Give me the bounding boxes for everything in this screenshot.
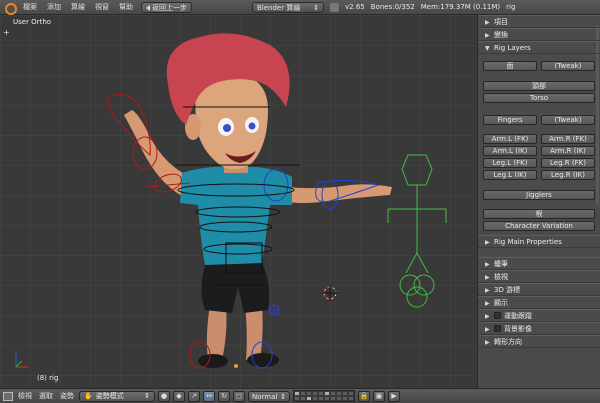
lock-icon[interactable]: 🔒 (358, 390, 370, 402)
layer-leg-r-fk-button[interactable]: Leg.R (FK) (541, 158, 595, 168)
pivot-point-icon[interactable]: ◆ (173, 390, 185, 402)
section-item[interactable]: ▶ 項目 (478, 15, 600, 28)
section-view[interactable]: ▶ 檢視 (478, 270, 600, 283)
menu-render[interactable]: 算繪 (69, 2, 87, 12)
updown-icon: ⇕ (280, 392, 286, 401)
translate-manipulator-icon[interactable]: ↔ (203, 390, 215, 402)
layer-arm-l-ik-button[interactable]: Arm.L (IK) (483, 146, 537, 156)
editor-type-icon[interactable] (3, 391, 13, 401)
section-transform[interactable]: ▶ 變換 (478, 28, 600, 41)
layer-torso-button[interactable]: Torso (483, 93, 595, 103)
3d-cursor-icon[interactable] (322, 285, 338, 301)
character-variation-button[interactable]: Character Variation (483, 221, 595, 231)
layer-face-tweak-button[interactable]: (Tweak) (541, 61, 595, 71)
layer-jigglers-button[interactable]: Jigglers (483, 190, 595, 200)
collapsed-arrow-icon: ▶ (485, 339, 490, 346)
render-icon[interactable] (330, 2, 339, 12)
section-transform-orientation[interactable]: ▶ 轉形方向 (478, 335, 600, 348)
expanded-arrow-icon: ▼ (485, 45, 490, 52)
character-head (166, 33, 290, 173)
layer-arm-r-ik-button[interactable]: Arm.R (IK) (541, 146, 595, 156)
active-object-name: rig (506, 3, 516, 11)
view-label: User Ortho (13, 18, 52, 26)
properties-region: ▶ 項目 ▶ 變換 ▼ Rig Layers 面 (Tweak) 頭部 Torso F… (477, 15, 600, 388)
origin-dot (234, 364, 238, 368)
camera-icon[interactable]: ▶ (388, 390, 400, 402)
menu-view[interactable]: 檢視 (16, 391, 34, 401)
layer-fingers-button[interactable]: Fingers (483, 115, 537, 125)
menu-help[interactable]: 幫助 (117, 2, 135, 12)
menu-select[interactable]: 選取 (37, 391, 55, 401)
menu-window[interactable]: 視窗 (93, 2, 111, 12)
layer-leg-r-ik-button[interactable]: Leg.R (IK) (541, 170, 595, 180)
back-arrow-icon (146, 4, 150, 11)
menu-file[interactable]: 檔案 (21, 2, 39, 12)
interaction-mode-select[interactable]: ✋ 姿勢模式 ⇕ (79, 390, 155, 402)
layer-leg-l-fk-button[interactable]: Leg.L (FK) (483, 158, 537, 168)
section-rig-layers[interactable]: ▼ Rig Layers (478, 41, 600, 54)
background-images-checkbox[interactable] (494, 325, 501, 332)
layer-head-button[interactable]: 頭部 (483, 81, 595, 91)
info-header: 檔案 添加 算繪 視窗 幫助 返回上一步 Blender 算繪 ⇕ v2.65 B… (0, 0, 600, 15)
rotate-manipulator-icon[interactable]: ↻ (218, 390, 230, 402)
3d-view-header: 檢視 選取 姿勢 ✋ 姿勢模式 ⇕ ● ◆ ↗ ↔ ↻ ◻ Normal ⇕ 🔒 ▣ … (0, 388, 600, 403)
layer-fingers-tweak-button[interactable]: (Tweak) (541, 115, 595, 125)
back-to-previous-button[interactable]: 返回上一步 (141, 1, 192, 13)
section-3d-cursor[interactable]: ▶ 3D 游標 (478, 283, 600, 296)
section-motion-tracking[interactable]: ▶ 運動跟蹤 (478, 309, 600, 322)
manipulator-icon[interactable]: ↗ (188, 390, 200, 402)
menu-add[interactable]: 添加 (45, 2, 63, 12)
collapsed-arrow-icon: ▶ (485, 239, 490, 246)
render-engine-select[interactable]: Blender 算繪 ⇕ (252, 1, 324, 13)
3d-viewport[interactable]: + User Ortho (8) rig (0, 15, 477, 388)
section-rig-main-properties[interactable]: ▶ Rig Main Properties (478, 235, 600, 248)
transform-orientation-select[interactable]: Normal ⇕ (248, 390, 290, 402)
render-preview-icon[interactable]: ▣ (373, 390, 385, 402)
toolshelf-toggle-button[interactable]: + (3, 29, 11, 37)
bones-count: Bones:0/352 (370, 3, 415, 11)
menu-pose[interactable]: 姿勢 (58, 391, 76, 401)
memory-usage: Mem:179.37M (0.11M) (420, 3, 501, 11)
rig-layers-body: 面 (Tweak) 頭部 Torso Fingers (Tweak) Arm.L… (478, 54, 600, 235)
updown-icon: ⇕ (144, 392, 150, 400)
rig-stick-figure (387, 154, 447, 308)
blender-logo-icon[interactable] (3, 2, 17, 15)
character-shirt (180, 166, 292, 265)
section-background-images[interactable]: ▶ 背景影像 (478, 322, 600, 335)
motion-tracking-checkbox[interactable] (494, 312, 501, 319)
layer-arm-r-fk-button[interactable]: Arm.R (FK) (541, 134, 595, 144)
layer-arm-l-fk-button[interactable]: Arm.L (FK) (483, 134, 537, 144)
viewport-scene (15, 33, 447, 369)
scale-manipulator-icon[interactable]: ◻ (233, 390, 245, 402)
pose-mode-icon: ✋ (84, 392, 93, 400)
axis-gizmo-icon (15, 351, 28, 368)
layer-face-button[interactable]: 面 (483, 61, 537, 71)
viewport-shading-icon[interactable]: ● (158, 390, 170, 402)
section-grease-pencil[interactable]: ▶ 蠟筆 (478, 257, 600, 270)
object-label: (8) rig (37, 374, 59, 382)
section-display[interactable]: ▶ 顯示 (478, 296, 600, 309)
layer-leg-l-ik-button[interactable]: Leg.L (IK) (483, 170, 537, 180)
layer-selector[interactable] (293, 390, 355, 402)
layer-root-button[interactable]: 根 (483, 209, 595, 219)
layer-toggle[interactable] (348, 396, 354, 401)
updown-icon: ⇕ (313, 3, 319, 12)
version-text: v2.65 (345, 3, 365, 11)
